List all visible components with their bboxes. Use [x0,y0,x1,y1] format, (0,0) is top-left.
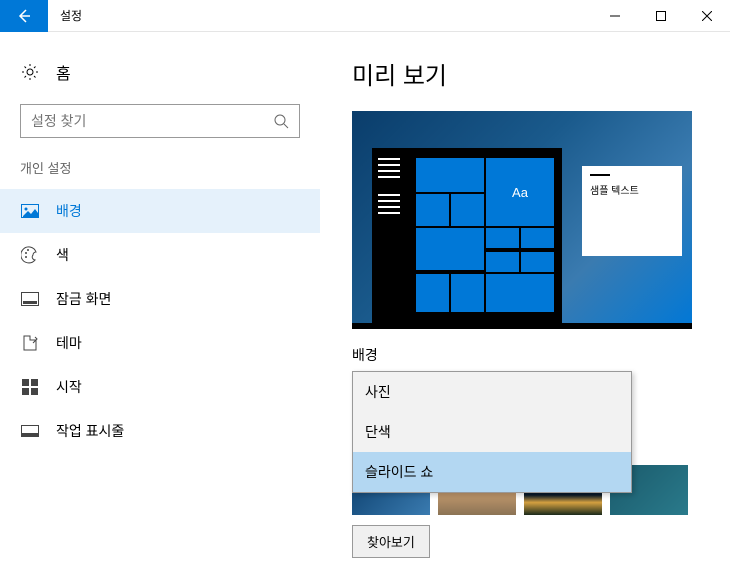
sidebar-item-color[interactable]: 색 [0,233,320,277]
close-icon [702,11,712,21]
sidebar-item-label: 시작 [56,377,82,397]
sidebar: 홈 개인 설정 배경 색 잠금 화면 [0,32,320,566]
minimize-button[interactable] [592,0,638,32]
preview-start-menu: Aa [372,148,562,323]
sidebar-item-start[interactable]: 시작 [0,365,320,409]
window-title: 설정 [60,7,82,24]
dropdown-option-slideshow[interactable]: 슬라이드 쇼 [353,452,631,492]
search-box[interactable] [20,104,300,138]
preview-window: 샘플 텍스트 [582,166,682,256]
maximize-icon [656,11,666,21]
main-panel: 미리 보기 Aa 샘플 텍스트 [320,32,730,566]
home-label: 홈 [56,60,71,84]
lockscreen-icon [20,289,40,309]
sidebar-item-label: 색 [56,245,69,265]
browse-button[interactable]: 찾아보기 [352,525,430,558]
preview-sample-text: 샘플 텍스트 [590,186,639,197]
search-input[interactable] [31,113,273,129]
back-button[interactable] [0,0,48,32]
sidebar-item-background[interactable]: 배경 [0,189,320,233]
background-dropdown[interactable]: 사진 단색 슬라이드 쇼 [352,371,632,493]
sidebar-item-label: 잠금 화면 [56,289,111,309]
dropdown-option-picture[interactable]: 사진 [353,372,631,412]
background-setting-label: 배경 [352,345,710,365]
sidebar-item-label: 배경 [56,201,82,221]
minimize-icon [610,11,620,21]
home-link[interactable]: 홈 [0,52,320,92]
titlebar: 설정 [0,0,730,32]
start-icon [20,377,40,397]
maximize-button[interactable] [638,0,684,32]
desktop-preview: Aa 샘플 텍스트 [352,111,692,329]
theme-icon [20,333,40,353]
sidebar-item-label: 테마 [56,333,82,353]
page-title: 미리 보기 [352,56,710,91]
sidebar-item-taskbar[interactable]: 작업 표시줄 [0,409,320,453]
arrow-left-icon [16,8,32,24]
close-button[interactable] [684,0,730,32]
taskbar-icon [20,421,40,441]
search-icon [273,113,289,129]
picture-icon [20,201,40,221]
palette-icon [20,245,40,265]
sidebar-item-label: 작업 표시줄 [56,421,124,441]
dropdown-option-solid[interactable]: 단색 [353,412,631,452]
sidebar-item-lockscreen[interactable]: 잠금 화면 [0,277,320,321]
gear-icon [20,62,40,82]
category-label: 개인 설정 [0,158,320,189]
sidebar-item-themes[interactable]: 테마 [0,321,320,365]
window-controls [592,0,730,32]
